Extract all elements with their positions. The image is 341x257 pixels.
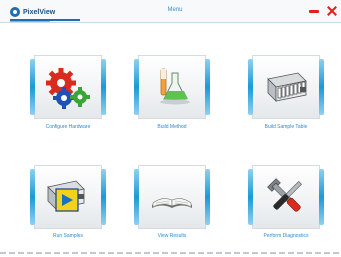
window-title: Menu (167, 7, 183, 13)
minimize-button[interactable] (309, 10, 319, 13)
logo-text: PixelView (23, 8, 56, 16)
tile-build-sample-table[interactable] (248, 55, 324, 119)
open-book-icon (152, 198, 192, 208)
gears-icon (46, 68, 90, 109)
run-play-icon (47, 180, 85, 212)
tile-view-results[interactable] (134, 165, 210, 229)
tools-icon (267, 178, 302, 212)
title-bar-divider (0, 22, 341, 23)
lab-flasks-icon (160, 68, 190, 105)
tile-label-perform-diagnostics[interactable]: Perform Diagnostics (238, 233, 334, 239)
logo-icon (10, 7, 20, 17)
tile-label-configure-hardware[interactable]: Configure Hardware (20, 124, 116, 130)
tile-label-view-results[interactable]: View Results (124, 233, 220, 239)
tile-label-build-method[interactable]: Build Method (124, 124, 220, 130)
tile-label-build-sample-table[interactable]: Build Sample Table (238, 124, 334, 130)
tile-label-run-samples[interactable]: Run Samples (20, 233, 116, 239)
footer-divider (0, 252, 341, 254)
tile-configure-hardware[interactable] (30, 55, 106, 119)
sample-rack-icon (267, 72, 307, 102)
logo-underline-thin (10, 21, 50, 22)
tile-perform-diagnostics[interactable] (248, 165, 324, 229)
tile-run-samples[interactable] (30, 165, 106, 229)
app-logo: PixelView (10, 5, 55, 19)
tile-build-method[interactable] (134, 55, 210, 119)
close-button[interactable] (325, 4, 339, 18)
